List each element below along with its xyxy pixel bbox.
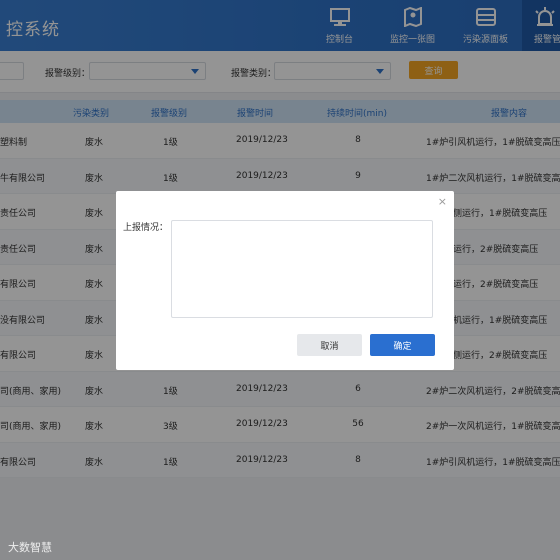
cancel-button[interactable]: 取消	[297, 334, 362, 356]
close-icon[interactable]: ×	[438, 195, 447, 208]
report-label: 上报情况：	[123, 223, 169, 233]
report-textarea[interactable]	[171, 220, 433, 318]
watermark-text: 大数智慧	[8, 541, 52, 554]
confirm-button[interactable]: 确定	[370, 334, 435, 356]
report-dialog: × 上报情况： 取消 确定	[116, 191, 454, 370]
